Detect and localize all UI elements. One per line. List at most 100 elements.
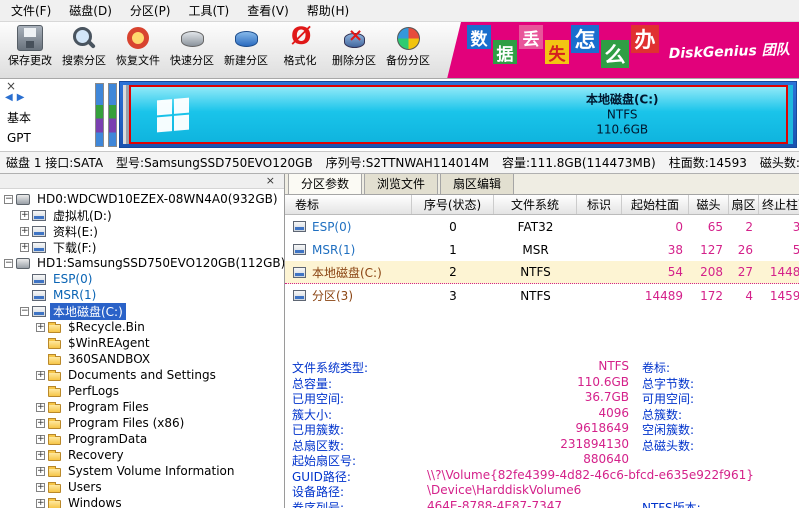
expand-icon[interactable]: + bbox=[20, 227, 29, 236]
table-row[interactable]: MSR(1)1MSR381272654 bbox=[285, 238, 799, 261]
tree-item-11[interactable]: +Documents and Settings bbox=[0, 367, 284, 383]
info-label-2: NTFS版本: bbox=[642, 499, 701, 508]
tree-item-label: Windows bbox=[65, 496, 125, 508]
expand-icon[interactable]: + bbox=[20, 243, 29, 252]
tree-item-16[interactable]: +Recovery bbox=[0, 447, 284, 463]
back-icon[interactable]: ◀ bbox=[5, 92, 17, 103]
close-icon[interactable]: × bbox=[266, 174, 275, 187]
column-header-0[interactable]: 卷标 bbox=[285, 195, 412, 214]
menu-item-1[interactable]: 磁盘(D) bbox=[60, 0, 121, 22]
table-row[interactable]: 分区(3)3NTFS14489172414593 bbox=[285, 284, 799, 307]
table-header: 卷标序号(状态)文件系统标识起始柱面磁头扇区终止柱面 bbox=[285, 195, 799, 215]
expand-icon[interactable]: + bbox=[36, 499, 45, 508]
expand-icon[interactable]: + bbox=[36, 403, 45, 412]
column-header-5[interactable]: 磁头 bbox=[689, 195, 729, 214]
tree-item-label: $WinREAgent bbox=[65, 336, 153, 350]
partition-sliver-3[interactable] bbox=[788, 85, 793, 144]
close-icon[interactable]: × bbox=[6, 79, 16, 93]
partition-filesystem: NTFS bbox=[511, 107, 734, 122]
diskgenius-window: 文件(F)磁盘(D)分区(P)工具(T)查看(V)帮助(H) 保存更改搜索分区恢… bbox=[0, 0, 799, 508]
tree-item-13[interactable]: +Program Files bbox=[0, 399, 284, 415]
info-value: 231894130 bbox=[375, 437, 629, 451]
part-icon bbox=[32, 226, 46, 237]
expand-icon[interactable]: + bbox=[36, 435, 45, 444]
table-row[interactable]: ESP(0)0FAT32065238 bbox=[285, 215, 799, 238]
volume-name: MSR(1) bbox=[312, 243, 355, 257]
tree-item-8[interactable]: + $Recycle.Bin bbox=[0, 319, 284, 335]
column-header-2[interactable]: 文件系统 bbox=[494, 195, 577, 214]
tab-partition-params[interactable]: 分区参数 bbox=[288, 174, 362, 194]
tree-item-label: ProgramData bbox=[65, 432, 150, 446]
expand-icon[interactable]: + bbox=[36, 323, 45, 332]
tree-item-15[interactable]: + ProgramData bbox=[0, 431, 284, 447]
info-value: \Device\HarddiskVolume6 bbox=[427, 483, 581, 497]
banner-tile: 据 bbox=[493, 40, 517, 64]
backup-partition-button[interactable]: 备份分区 bbox=[381, 22, 435, 68]
disk-info-segment: 容量:111.8GB(114473MB) bbox=[502, 154, 656, 171]
expand-icon[interactable]: + bbox=[36, 451, 45, 460]
tree-item-5[interactable]: ESP(0) bbox=[0, 271, 284, 287]
partition-c-block[interactable]: 本地磁盘(C:) NTFS 110.6GB bbox=[129, 85, 788, 144]
tree-item-7[interactable]: −本地磁盘(C:) bbox=[0, 303, 284, 319]
save-changes-button[interactable]: 保存更改 bbox=[3, 22, 57, 68]
nav-arrows: ◀▶ bbox=[5, 92, 28, 103]
column-header-1[interactable]: 序号(状态) bbox=[412, 195, 494, 214]
format-button[interactable]: 格式化 bbox=[273, 22, 327, 68]
tree-item-6[interactable]: MSR(1) bbox=[0, 287, 284, 303]
tree-item-2[interactable]: +资料(E:) bbox=[0, 223, 284, 239]
tree-item-label: Program Files (x86) bbox=[65, 416, 187, 430]
menubar: 文件(F)磁盘(D)分区(P)工具(T)查看(V)帮助(H) bbox=[0, 0, 799, 22]
info-value: NTFS bbox=[375, 359, 629, 373]
menu-item-4[interactable]: 查看(V) bbox=[238, 0, 298, 22]
tree-item-1[interactable]: +虚拟机(D:) bbox=[0, 207, 284, 223]
forward-icon[interactable]: ▶ bbox=[17, 92, 29, 103]
tab-browse-files[interactable]: 浏览文件 bbox=[364, 174, 438, 194]
menu-item-5[interactable]: 帮助(H) bbox=[298, 0, 358, 22]
collapse-icon[interactable]: − bbox=[20, 307, 29, 316]
collapse-icon[interactable]: − bbox=[4, 259, 13, 268]
folder-icon bbox=[48, 468, 61, 477]
banner-tile: 失 bbox=[545, 40, 569, 64]
expand-icon[interactable]: + bbox=[36, 419, 45, 428]
expand-icon[interactable]: + bbox=[36, 371, 45, 380]
tree-item-14[interactable]: + Program Files (x86) bbox=[0, 415, 284, 431]
quick-partition-button[interactable]: 快速分区 bbox=[165, 22, 219, 68]
menu-item-2[interactable]: 分区(P) bbox=[121, 0, 180, 22]
info-label: 总容量: bbox=[292, 375, 332, 392]
collapse-icon[interactable]: − bbox=[4, 195, 13, 204]
new-partition-button[interactable]: 新建分区 bbox=[219, 22, 273, 68]
expand-icon[interactable]: + bbox=[36, 483, 45, 492]
expand-icon[interactable]: + bbox=[36, 467, 45, 476]
tree-item-4[interactable]: − HD1:SamsungSSD750EVO120GB(112GB) bbox=[0, 255, 284, 271]
disk-info-bar: 磁盘 1 接口:SATA型号:SamsungSSD750EVO120GB序列号:… bbox=[0, 152, 799, 174]
tree-item-9[interactable]: $WinREAgent bbox=[0, 335, 284, 351]
column-header-7[interactable]: 终止柱面 bbox=[759, 195, 799, 214]
expand-icon[interactable]: + bbox=[20, 211, 29, 220]
tree-item-12[interactable]: PerfLogs bbox=[0, 383, 284, 399]
detail-panel: 分区参数浏览文件扇区编辑 卷标序号(状态)文件系统标识起始柱面磁头扇区终止柱面 … bbox=[285, 174, 799, 508]
info-value: 9618649 bbox=[375, 421, 629, 435]
tree-item-label: $Recycle.Bin bbox=[65, 320, 148, 334]
tree-item-19[interactable]: + Windows bbox=[0, 495, 284, 508]
recover-files-button[interactable]: 恢复文件 bbox=[111, 22, 165, 68]
tab-sector-edit[interactable]: 扇区编辑 bbox=[440, 174, 514, 194]
info-row-7: GUID路径:\\?\Volume{82fe4399-4d82-46c6-bfc… bbox=[285, 468, 799, 484]
tree-item-label: HD1:SamsungSSD750EVO120GB(112GB) bbox=[34, 256, 284, 270]
info-label: 已用空间: bbox=[292, 390, 344, 407]
tree-item-0[interactable]: −HD0:WDCWD10EZEX-08WN4A0(932GB) bbox=[0, 191, 284, 207]
banner-tile: 丢 bbox=[519, 25, 543, 49]
menu-item-0[interactable]: 文件(F) bbox=[2, 0, 60, 22]
column-header-4[interactable]: 起始柱面 bbox=[622, 195, 689, 214]
tree-item-3[interactable]: +下载(F:) bbox=[0, 239, 284, 255]
tree-item-label: Users bbox=[65, 480, 105, 494]
search-partition-button[interactable]: 搜索分区 bbox=[57, 22, 111, 68]
tree-item-17[interactable]: +System Volume Information bbox=[0, 463, 284, 479]
column-header-3[interactable]: 标识 bbox=[577, 195, 622, 214]
icon-delete bbox=[341, 25, 367, 51]
table-row[interactable]: 本地磁盘(C:)2NTFS542082714489 bbox=[285, 261, 799, 284]
tree-item-18[interactable]: + Users bbox=[0, 479, 284, 495]
delete-partition-button[interactable]: 删除分区 bbox=[327, 22, 381, 68]
column-header-6[interactable]: 扇区 bbox=[729, 195, 759, 214]
menu-item-3[interactable]: 工具(T) bbox=[180, 0, 239, 22]
tree-item-10[interactable]: 360SANDBOX bbox=[0, 351, 284, 367]
